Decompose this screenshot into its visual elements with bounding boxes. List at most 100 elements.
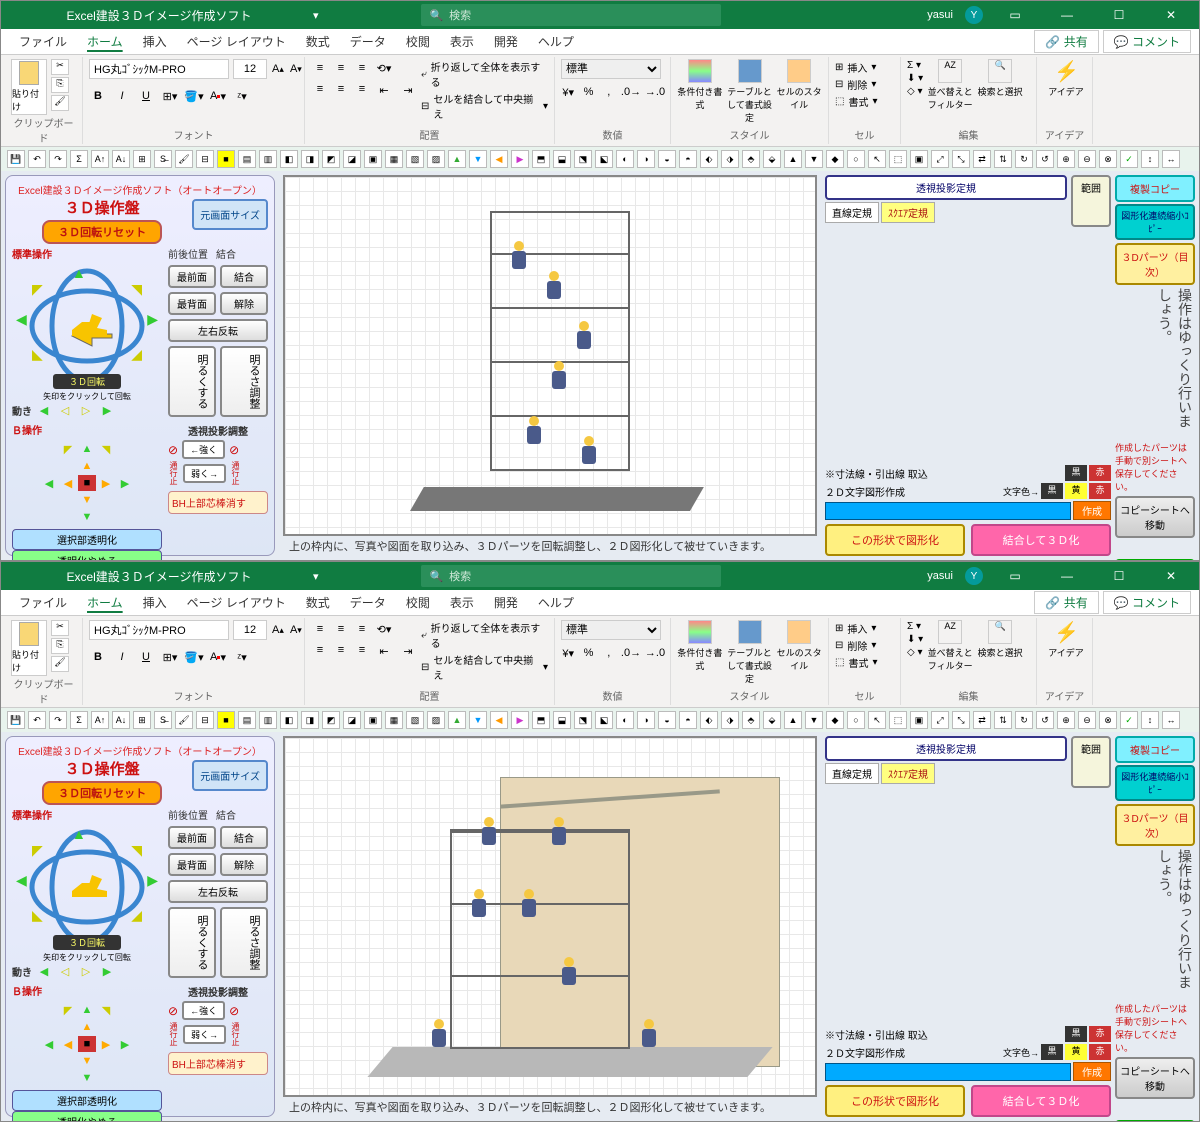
qat-custom-26[interactable]: ⬙ [763, 150, 781, 168]
sel-trans-button[interactable]: 選択部透明化 [12, 1090, 162, 1111]
title-dropdown-icon[interactable]: ▾ [313, 570, 319, 583]
brightness-button[interactable]: 明るさ調整 [220, 907, 268, 978]
qi10[interactable]: ▧ [406, 711, 424, 729]
increase-decimal-icon[interactable]: .0→ [622, 644, 640, 662]
qat-sum-icon[interactable]: Σ [70, 150, 88, 168]
qi17[interactable]: ⬓ [553, 711, 571, 729]
font-size[interactable] [233, 620, 267, 640]
font-color-icon[interactable]: A▾ [209, 87, 227, 105]
align-left-icon[interactable]: ≡ [311, 80, 329, 98]
qi32[interactable]: ⬚ [889, 711, 907, 729]
clear-icon[interactable]: ◇ ▾ [907, 646, 923, 659]
qat-custom-14[interactable]: ▶ [511, 150, 529, 168]
qi8[interactable]: ▣ [364, 711, 382, 729]
qi29[interactable]: ▼ [805, 711, 823, 729]
b-l-icon[interactable]: ◀ [59, 475, 77, 491]
qat-custom-11[interactable]: ▲ [448, 150, 466, 168]
clear-icon[interactable]: ◇ ▾ [907, 85, 923, 98]
sq-rule-button[interactable]: ｽｸｴｱ定規 [881, 202, 935, 223]
qi3[interactable]: ▥ [259, 711, 277, 729]
decrease-decimal-icon[interactable]: →.0 [646, 83, 664, 101]
qi7[interactable]: ◪ [343, 711, 361, 729]
shrink-button[interactable]: 図形化連続縮小ｺﾋﾟｰ [1115, 765, 1195, 801]
arrow-ne-icon[interactable]: ◥ [131, 281, 142, 298]
fill-icon[interactable]: ⬇ ▾ [907, 633, 923, 646]
tab-review[interactable]: 校閲 [396, 590, 440, 615]
qi38[interactable]: ↻ [1015, 711, 1033, 729]
sq-rule-button[interactable]: ｽｸｴｱ定規 [881, 763, 935, 784]
qi36[interactable]: ⇄ [973, 711, 991, 729]
qi37[interactable]: ⇅ [994, 711, 1012, 729]
align-right-icon[interactable]: ≡ [353, 80, 371, 98]
b4[interactable]: ▲ [78, 1019, 96, 1035]
copy-sheet-button[interactable]: コピーシートへ移動 [1115, 496, 1195, 538]
minimize-icon[interactable]: — [1047, 562, 1087, 590]
indent-icon[interactable]: ⇥ [399, 81, 417, 99]
qi28[interactable]: ▲ [784, 711, 802, 729]
tab-developer[interactable]: 開発 [484, 590, 528, 615]
currency-icon[interactable]: ¥▾ [561, 83, 575, 101]
b3[interactable]: ◥ [97, 1002, 115, 1018]
qat-save-icon[interactable]: 💾 [7, 150, 25, 168]
mv2[interactable]: ◁ [56, 963, 74, 979]
dim-red-button[interactable]: 赤 [1089, 465, 1111, 481]
maximize-icon[interactable]: ☐ [1099, 562, 1139, 590]
a6[interactable]: ≡ [353, 641, 371, 659]
table-format-button[interactable]: テーブルとして書式設定 [727, 59, 773, 124]
avatar[interactable]: Y [965, 6, 983, 24]
share-button[interactable]: 🔗 共有 [1034, 591, 1098, 614]
unmerge-button[interactable]: 解除 [220, 853, 268, 876]
b-r-icon[interactable]: ▶ [97, 475, 115, 491]
move-slow-right-icon[interactable]: ▷ [77, 402, 95, 418]
copy-icon[interactable]: ⎘ [51, 638, 69, 654]
tab-review[interactable]: 校閲 [396, 29, 440, 54]
b-dn-icon[interactable]: ▼ [78, 509, 96, 525]
arrow-nw-icon[interactable]: ◤ [32, 842, 43, 859]
qat-custom-37[interactable]: ⊕ [1057, 150, 1075, 168]
qat-custom-27[interactable]: ▲ [784, 150, 802, 168]
qat-custom-28[interactable]: ▼ [805, 150, 823, 168]
move-fast-left-icon[interactable]: ◀ [35, 402, 53, 418]
qi33[interactable]: ▣ [910, 711, 928, 729]
move-fast-right-icon[interactable]: ▶ [98, 402, 116, 418]
qat-paint-icon[interactable]: 🖌 [175, 711, 193, 729]
align-middle-icon[interactable]: ≡ [332, 59, 350, 77]
comma-icon[interactable]: , [602, 644, 616, 662]
qat-custom-33[interactable]: ⇄ [973, 150, 991, 168]
qi4[interactable]: ◧ [280, 711, 298, 729]
outdent-icon[interactable]: ⇤ [375, 642, 393, 660]
qi24[interactable]: ⬖ [700, 711, 718, 729]
arrow-sw-icon[interactable]: ◣ [32, 346, 43, 363]
line-rule-button[interactable]: 直線定規 [825, 202, 879, 223]
b6[interactable]: ◀ [59, 1036, 77, 1052]
cond-format-button[interactable]: 条件付き書式 [677, 59, 723, 111]
cond-format-button[interactable]: 条件付き書式 [677, 620, 723, 672]
fill-color-icon[interactable]: 🪣▾ [185, 87, 203, 105]
comment-button[interactable]: 💬 コメント [1103, 591, 1191, 614]
cut-icon[interactable]: ✂ [51, 59, 69, 75]
wrap-text-button[interactable]: ⤶ 折り返して全体を表示する [421, 620, 548, 650]
italic-icon[interactable]: I [113, 87, 131, 105]
txt-yellow-button[interactable]: 黄 [1065, 1044, 1087, 1060]
brighten-button[interactable]: 明るくする [168, 346, 216, 417]
b-up-icon[interactable]: ▲ [78, 441, 96, 457]
qat-pointer-icon[interactable]: ↖ [868, 150, 886, 168]
font-select[interactable] [89, 59, 229, 79]
qi31[interactable]: ○ [847, 711, 865, 729]
canvas-frame[interactable] [283, 736, 817, 1097]
tab-insert[interactable]: 挿入 [133, 590, 177, 615]
create-button[interactable]: 作成 [1073, 1062, 1111, 1081]
qat-custom-38[interactable]: ⊖ [1078, 150, 1096, 168]
maximize-icon[interactable]: ☐ [1099, 1, 1139, 29]
bh-top-button[interactable]: BH上部芯棒消す [168, 1052, 268, 1075]
a2[interactable]: ≡ [332, 620, 350, 638]
decrease-font-icon[interactable]: A▾ [289, 621, 303, 639]
sel-trans-button[interactable]: 選択部透明化 [12, 529, 162, 550]
shrink-button[interactable]: 図形化連続縮小ｺﾋﾟｰ [1115, 204, 1195, 240]
qat-font-inc-icon[interactable]: A↑ [91, 711, 109, 729]
decrease-decimal-icon[interactable]: →.0 [646, 644, 664, 662]
wrap-text-button[interactable]: ⤶ 折り返して全体を表示する [421, 59, 548, 89]
qi22[interactable]: ◒ [658, 711, 676, 729]
b5[interactable]: ◀ [40, 1036, 58, 1052]
font-select[interactable] [89, 620, 229, 640]
